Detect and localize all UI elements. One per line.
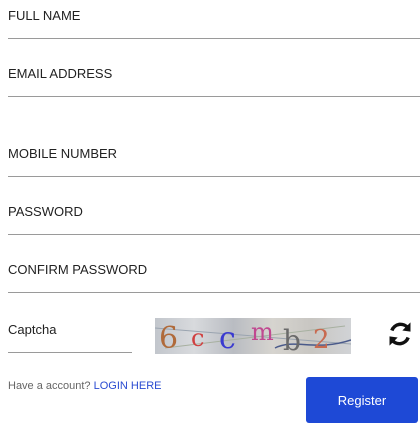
full-name-input[interactable]	[8, 0, 420, 30]
captcha-image: 6ccmb2 6 c c m b 2	[155, 318, 351, 354]
email-input[interactable]	[8, 58, 420, 88]
svg-text:b: b	[283, 324, 301, 354]
full-name-field	[8, 0, 420, 39]
refresh-icon	[389, 322, 411, 346]
captcha-glyphs: 6 c c m b 2	[155, 318, 351, 354]
mobile-field	[8, 138, 420, 177]
have-account-text: Have a account?	[8, 380, 91, 392]
svg-text:2: 2	[313, 325, 330, 354]
captcha-input[interactable]	[8, 314, 132, 344]
email-field	[8, 58, 420, 97]
confirm-password-input[interactable]	[8, 254, 420, 284]
password-field	[8, 196, 420, 235]
confirm-password-field	[8, 254, 420, 293]
mobile-input[interactable]	[8, 138, 420, 168]
svg-text:c: c	[219, 321, 236, 354]
svg-text:c: c	[191, 324, 204, 352]
login-prompt: Have a account? LOGIN HERE	[8, 380, 161, 392]
captcha-field	[8, 314, 132, 353]
password-input[interactable]	[8, 196, 420, 226]
registration-form: 6ccmb2 6 c c m b 2 Have a account? LOGIN…	[0, 0, 420, 426]
svg-text:6: 6	[159, 321, 178, 354]
svg-text:m: m	[251, 318, 274, 346]
refresh-captcha-button[interactable]	[386, 320, 414, 348]
login-link[interactable]: LOGIN HERE	[94, 380, 162, 392]
register-button[interactable]: Register	[306, 377, 418, 423]
